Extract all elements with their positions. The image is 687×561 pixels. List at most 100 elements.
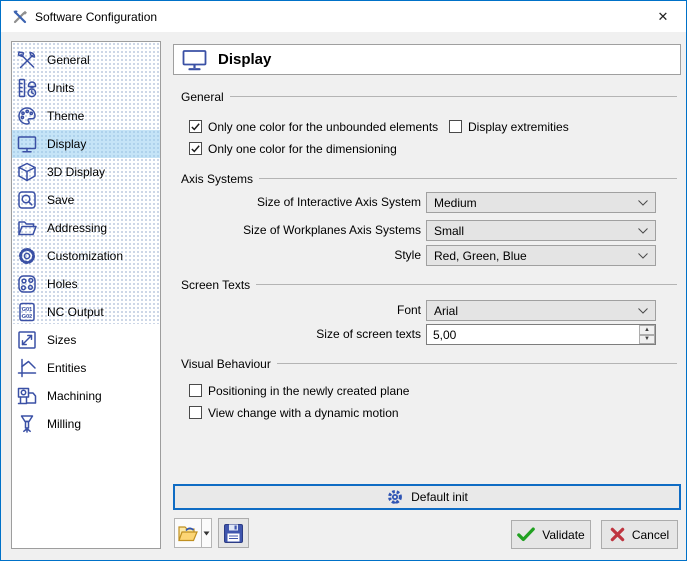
open-config-button[interactable] <box>174 518 202 548</box>
floppy-disk-icon <box>223 523 244 544</box>
sidebar-item-milling[interactable]: Milling <box>12 410 160 438</box>
sidebar-item-label: General <box>47 53 90 67</box>
screen-text-size-label: Size of screen texts <box>161 324 421 345</box>
interactive-axis-size-select[interactable]: Medium <box>426 192 656 213</box>
sidebar-item-theme[interactable]: Theme <box>12 102 160 130</box>
sidebar-item-entities[interactable]: Entities <box>12 354 160 382</box>
section-axis-systems: Axis Systems <box>181 171 677 186</box>
milling-cutter-icon <box>15 412 39 436</box>
section-general: General <box>181 89 677 104</box>
panel-header: Display <box>173 44 681 75</box>
default-init-button[interactable]: Default init <box>173 484 681 510</box>
spinner-buttons: ▲ ▼ <box>639 325 655 344</box>
green-check-icon <box>517 527 535 542</box>
folder-icon <box>15 216 39 240</box>
page-title: Display <box>218 51 271 68</box>
chevron-down-icon <box>638 228 648 234</box>
section-divider <box>259 178 677 179</box>
holes-plate-icon <box>15 272 39 296</box>
chevron-down-icon <box>638 308 648 314</box>
section-screen-texts: Screen Texts <box>181 277 677 292</box>
section-axis-title: Axis Systems <box>181 172 253 186</box>
sidebar-item-label: Theme <box>47 109 84 123</box>
workplanes-axis-size-select[interactable]: Small <box>426 220 656 241</box>
font-select[interactable]: Arial <box>426 300 656 321</box>
checkbox-box <box>189 384 202 397</box>
validate-button[interactable]: Validate <box>511 520 591 549</box>
sidebar-item-label: Entities <box>47 361 86 375</box>
checkbox-label: Display extremities <box>468 120 569 134</box>
selected-value: Red, Green, Blue <box>434 249 638 263</box>
gear-blue-icon <box>386 488 404 506</box>
checkbox-label: Only one color for the dimensioning <box>208 142 397 156</box>
diagonal-arrow-icon <box>15 328 39 352</box>
checkbox-label: View change with a dynamic motion <box>208 406 399 420</box>
red-x-icon <box>610 527 625 542</box>
close-button[interactable]: ✕ <box>640 1 686 32</box>
chevron-down-icon <box>638 253 648 259</box>
save-config-button[interactable] <box>218 518 249 548</box>
sidebar-item-customization[interactable]: Customization <box>12 242 160 270</box>
sidebar-item-machining[interactable]: Machining <box>12 382 160 410</box>
display-header-icon <box>182 49 208 71</box>
spin-up-button[interactable]: ▲ <box>639 325 655 335</box>
sidebar-item-label: NC Output <box>47 305 104 319</box>
sidebar-item-label: Save <box>47 193 74 207</box>
section-general-title: General <box>181 90 224 104</box>
checkbox-label: Only one color for the unbounded element… <box>208 120 438 134</box>
checkbox-label: Positioning in the newly created plane <box>208 384 409 398</box>
cancel-button[interactable]: Cancel <box>601 520 678 549</box>
section-visual-title: Visual Behaviour <box>181 357 271 371</box>
screen-text-size-input[interactable] <box>427 325 639 344</box>
sidebar-item-holes[interactable]: Holes <box>12 270 160 298</box>
monitor-icon <box>15 132 39 156</box>
workplanes-axis-size-label: Size of Workplanes Axis Systems <box>161 220 421 241</box>
sidebar-item-label: Units <box>47 81 74 95</box>
checkbox-unbounded-elements[interactable]: Only one color for the unbounded element… <box>189 119 438 134</box>
interactive-axis-size-label: Size of Interactive Axis System <box>161 192 421 213</box>
default-init-label: Default init <box>411 490 468 504</box>
checkbox-dimensioning[interactable]: Only one color for the dimensioning <box>189 141 397 156</box>
sidebar-item-addressing[interactable]: Addressing <box>12 214 160 242</box>
section-visual-behaviour: Visual Behaviour <box>181 356 677 371</box>
gear-icon <box>15 244 39 268</box>
selected-value: Arial <box>434 304 638 318</box>
checkbox-dynamic-motion[interactable]: View change with a dynamic motion <box>189 405 399 420</box>
category-items: General Units <box>12 42 160 438</box>
section-divider <box>230 96 677 97</box>
section-divider <box>256 284 677 285</box>
sidebar-item-units[interactable]: Units <box>12 74 160 102</box>
spin-down-button[interactable]: ▼ <box>639 335 655 345</box>
save-search-icon <box>15 188 39 212</box>
sidebar-item-sizes[interactable]: Sizes <box>12 326 160 354</box>
selected-value: Small <box>434 224 638 238</box>
checkbox-positioning-new-plane[interactable]: Positioning in the newly created plane <box>189 383 409 398</box>
sidebar-item-display[interactable]: Display <box>12 130 160 158</box>
checkbox-box <box>189 406 202 419</box>
checkbox-display-extremities[interactable]: Display extremities <box>449 119 569 134</box>
sidebar-item-save[interactable]: Save <box>12 186 160 214</box>
title-bar: Software Configuration ✕ <box>1 1 686 32</box>
style-label: Style <box>161 245 421 266</box>
category-list: General Units <box>11 41 161 549</box>
svg-text:G01: G01 <box>22 307 32 313</box>
checkbox-box <box>189 142 202 155</box>
open-config-dropdown-arrow[interactable] <box>202 518 212 548</box>
window-title: Software Configuration <box>35 10 157 24</box>
gcode-document-icon: G01 G02 <box>15 300 39 324</box>
font-label: Font <box>161 300 421 321</box>
style-select[interactable]: Red, Green, Blue <box>426 245 656 266</box>
sidebar-item-label: Addressing <box>47 221 107 235</box>
checkbox-box <box>189 120 202 133</box>
chevron-down-icon <box>638 200 648 206</box>
palette-icon <box>15 104 39 128</box>
open-config-split-button <box>174 518 212 548</box>
checkbox-box <box>449 120 462 133</box>
sidebar-item-3d-display[interactable]: 3D Display <box>12 158 160 186</box>
sidebar-item-label: Milling <box>47 417 81 431</box>
sidebar-item-nc-output[interactable]: G01 G02 NC Output <box>12 298 160 326</box>
sidebar-item-label: Customization <box>47 249 123 263</box>
sidebar-item-label: Machining <box>47 389 102 403</box>
sidebar-item-general[interactable]: General <box>12 46 160 74</box>
geometry-entities-icon <box>15 356 39 380</box>
